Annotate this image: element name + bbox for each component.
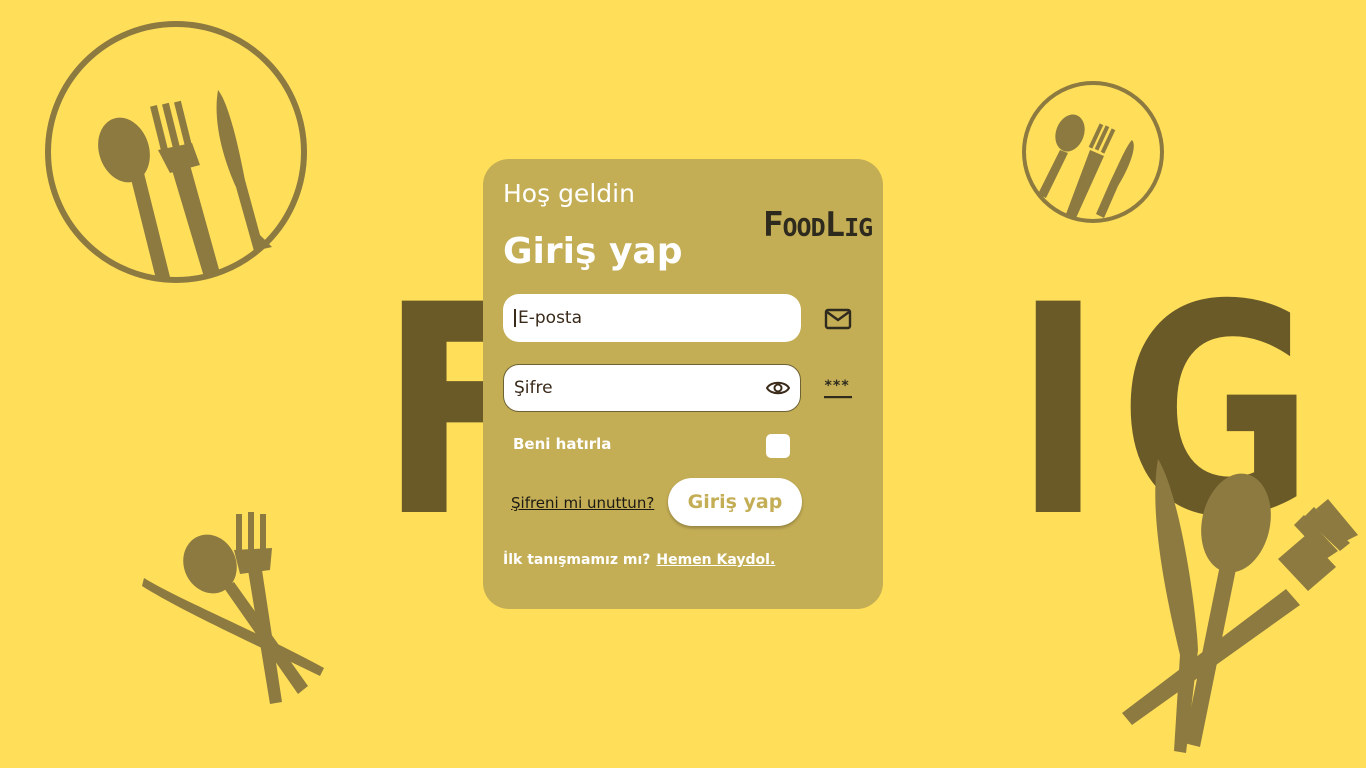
login-card: Hoş geldin Giriş yap FOODLIG *** Beni ha… — [483, 159, 883, 609]
cutlery-crossed-icon — [142, 512, 324, 704]
login-button[interactable]: Giriş yap — [668, 478, 802, 526]
forgot-password-link[interactable]: Şifreni mi unuttun? — [511, 494, 654, 512]
signup-prompt: İlk tanışmamız mı? Hemen Kaydol. — [503, 552, 775, 568]
email-field-container — [503, 294, 801, 342]
eye-icon[interactable] — [766, 380, 790, 396]
mail-icon — [823, 304, 853, 334]
svg-text:***: *** — [824, 378, 849, 394]
asterisks-icon: *** — [823, 374, 853, 404]
remember-label: Beni hatırla — [513, 435, 612, 453]
brand-logo: FOODLIG — [763, 205, 873, 245]
email-input[interactable] — [518, 308, 790, 328]
cutlery-small-circle-icon — [1022, 81, 1164, 223]
page-title: Giriş yap — [503, 231, 683, 272]
signup-link[interactable]: Hemen Kaydol. — [656, 552, 775, 568]
cutlery-large-icon — [1122, 459, 1358, 753]
password-field-container — [503, 364, 801, 412]
text-caret — [514, 309, 516, 327]
welcome-text: Hoş geldin — [503, 179, 635, 208]
password-input[interactable] — [514, 378, 766, 398]
cutlery-circle-icon — [45, 21, 307, 283]
signup-prompt-text: İlk tanışmamız mı? — [503, 552, 651, 568]
remember-checkbox[interactable] — [766, 434, 790, 458]
